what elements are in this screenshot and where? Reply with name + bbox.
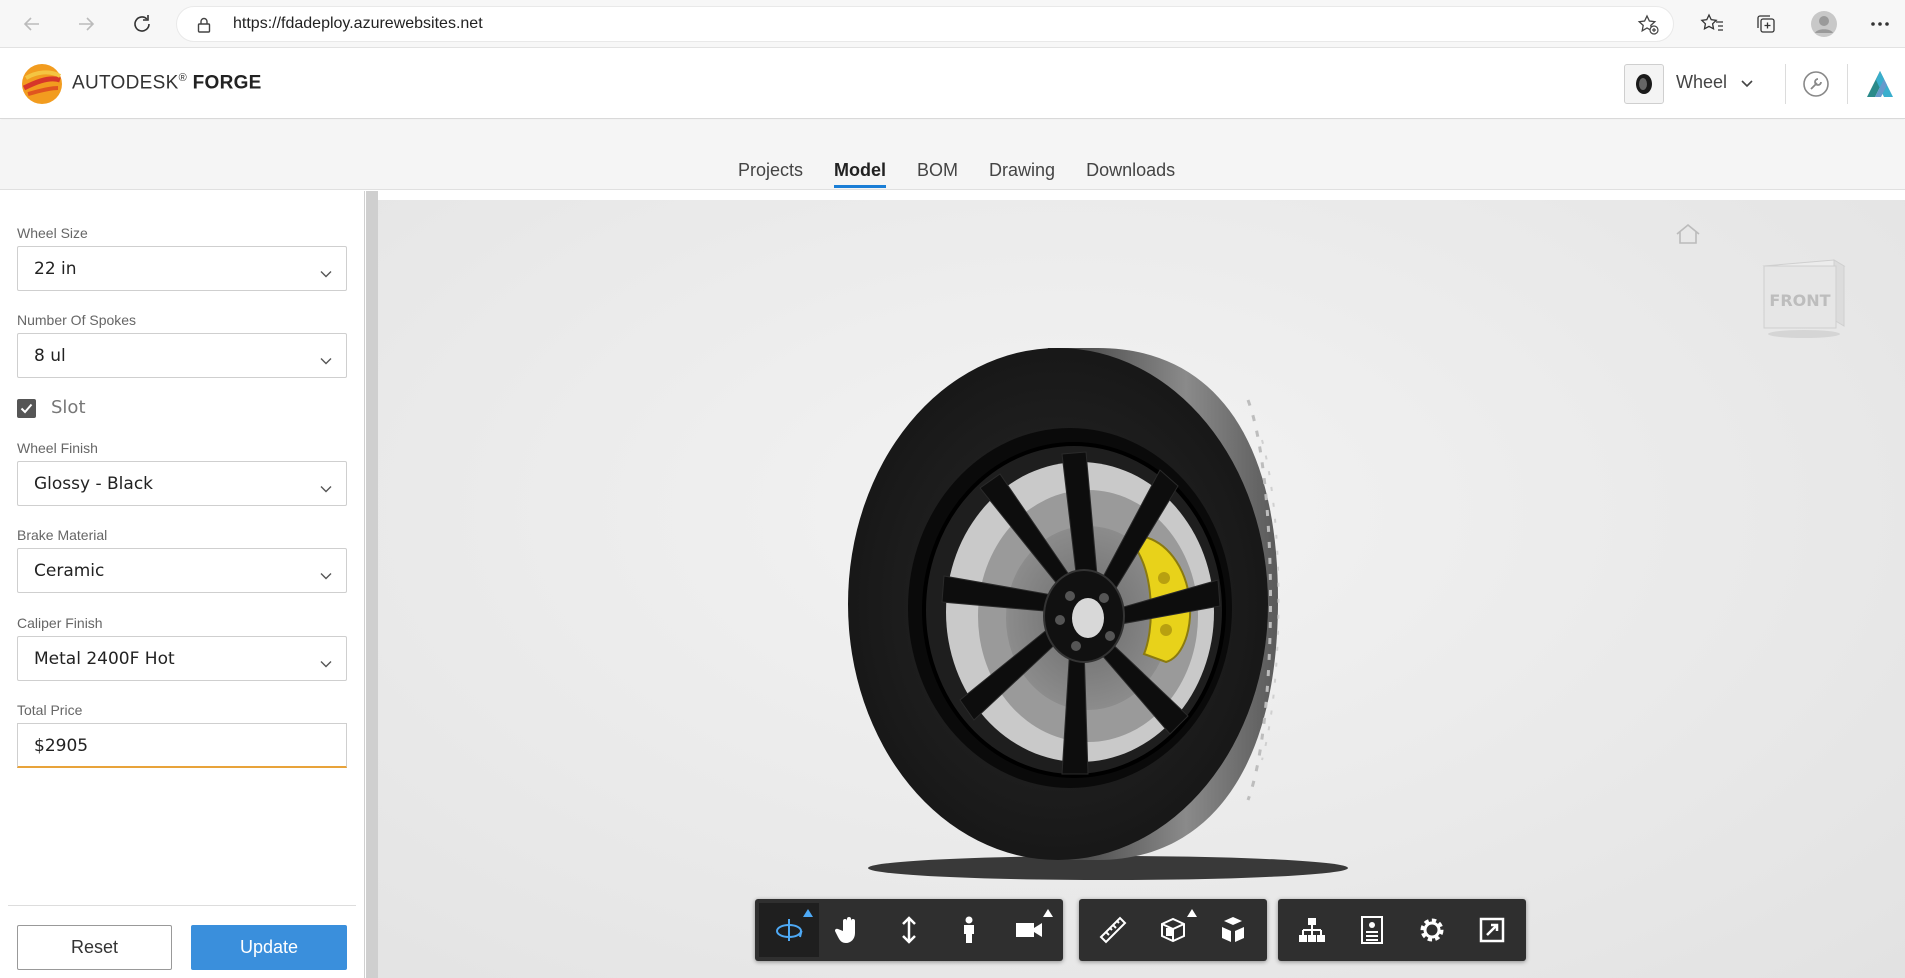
zoom-icon[interactable] <box>879 903 939 957</box>
tab-drawing[interactable]: Drawing <box>989 160 1055 188</box>
settings-toolbar <box>1278 899 1526 961</box>
viewcube-front-label[interactable]: FRONT <box>1769 291 1830 310</box>
back-icon[interactable] <box>16 8 48 40</box>
caliper-finish-label: Caliper Finish <box>17 615 103 631</box>
pan-icon[interactable] <box>819 903 879 957</box>
chevron-down-icon <box>320 263 332 282</box>
brake-material-select[interactable]: Ceramic <box>17 548 347 593</box>
model-browser-icon[interactable] <box>1282 903 1342 957</box>
url-text[interactable]: https://fdadeploy.azurewebsites.net <box>233 15 483 33</box>
caliper-finish-select[interactable]: Metal 2400F Hot <box>17 636 347 681</box>
dropdown-indicator <box>1187 909 1197 917</box>
update-button[interactable]: Update <box>191 925 347 970</box>
address-bar[interactable]: https://fdadeploy.azurewebsites.net <box>176 6 1674 42</box>
app-header: AUTODESK® FORGE Wheel <box>0 48 1905 119</box>
spokes-label: Number Of Spokes <box>17 312 137 328</box>
model-selector[interactable]: Wheel <box>1676 72 1727 93</box>
forge-logo-icon[interactable] <box>20 62 64 106</box>
checkmark-icon <box>20 403 33 414</box>
brand-registered: ® <box>178 72 187 84</box>
add-favorite-icon[interactable] <box>1637 14 1659 40</box>
reset-button[interactable]: Reset <box>17 925 172 970</box>
collections-icon[interactable] <box>1752 10 1780 38</box>
caliper-finish-value: Metal 2400F Hot <box>34 649 175 669</box>
wheel-size-value: 22 in <box>34 259 77 279</box>
tab-bar: Projects Model BOM Drawing Downloads <box>0 120 1905 190</box>
model-viewer[interactable]: FRONT <box>378 200 1905 978</box>
configuration-panel: Wheel Size 22 in Number Of Spokes 8 ul S… <box>0 191 365 978</box>
home-icon[interactable] <box>1674 222 1702 250</box>
dropdown-indicator <box>1043 909 1053 917</box>
panel-resize-handle[interactable] <box>366 191 378 978</box>
slot-checkbox[interactable] <box>17 399 36 418</box>
camera-icon[interactable] <box>999 903 1059 957</box>
wrench-icon[interactable] <box>1800 68 1832 100</box>
spokes-select[interactable]: 8 ul <box>17 333 347 378</box>
measure-icon[interactable] <box>1083 903 1143 957</box>
divider <box>8 905 356 906</box>
brand-suffix: FORGE <box>192 72 262 94</box>
tab-downloads[interactable]: Downloads <box>1086 160 1175 188</box>
tab-projects[interactable]: Projects <box>738 160 803 188</box>
header-divider <box>1785 64 1786 104</box>
brake-material-label: Brake Material <box>17 527 108 543</box>
slot-label[interactable]: Slot <box>51 397 86 418</box>
orbit-icon[interactable] <box>759 903 819 957</box>
browser-toolbar: https://fdadeploy.azurewebsites.net <box>0 0 1905 48</box>
explode-icon[interactable] <box>1203 903 1263 957</box>
settings-icon[interactable] <box>1402 903 1462 957</box>
brand-prefix: AUTODESK <box>72 72 179 94</box>
modeling-toolbar <box>1079 899 1267 961</box>
fullscreen-icon[interactable] <box>1462 903 1522 957</box>
wheel-size-label: Wheel Size <box>17 225 88 241</box>
wheel-finish-select[interactable]: Glossy - Black <box>17 461 347 506</box>
tab-model[interactable]: Model <box>834 160 887 188</box>
chevron-down-icon <box>320 565 332 584</box>
header-divider <box>1847 64 1848 104</box>
wheel-finish-value: Glossy - Black <box>34 474 154 494</box>
section-icon[interactable] <box>1143 903 1203 957</box>
spokes-value: 8 ul <box>34 346 66 366</box>
first-person-icon[interactable] <box>939 903 999 957</box>
wheel-model[interactable] <box>848 340 1388 900</box>
total-price-label: Total Price <box>17 702 83 718</box>
chevron-down-icon <box>320 653 332 672</box>
chevron-down-icon[interactable] <box>1740 74 1754 93</box>
wheel-finish-label: Wheel Finish <box>17 440 98 456</box>
brand-title: AUTODESK® FORGE <box>72 72 262 94</box>
chevron-down-icon <box>320 478 332 497</box>
refresh-icon[interactable] <box>126 8 158 40</box>
lock-icon[interactable] <box>197 17 211 37</box>
wheel-thumbnail-icon[interactable] <box>1624 64 1664 104</box>
forward-icon[interactable] <box>70 8 102 40</box>
brake-material-value: Ceramic <box>34 561 105 581</box>
more-icon[interactable] <box>1866 10 1894 38</box>
wheel-size-select[interactable]: 22 in <box>17 246 347 291</box>
dropdown-indicator <box>803 909 813 917</box>
tab-bom[interactable]: BOM <box>917 160 958 188</box>
autodesk-a-icon[interactable] <box>1864 68 1896 100</box>
properties-icon[interactable] <box>1342 903 1402 957</box>
favorites-icon[interactable] <box>1698 10 1726 38</box>
navigation-toolbar <box>755 899 1063 961</box>
profile-icon[interactable] <box>1810 10 1838 38</box>
total-price-value: $2905 <box>34 736 89 756</box>
total-price-field[interactable]: $2905 <box>17 723 347 768</box>
chevron-down-icon <box>320 350 332 369</box>
viewcube[interactable]: FRONT <box>1756 250 1852 342</box>
